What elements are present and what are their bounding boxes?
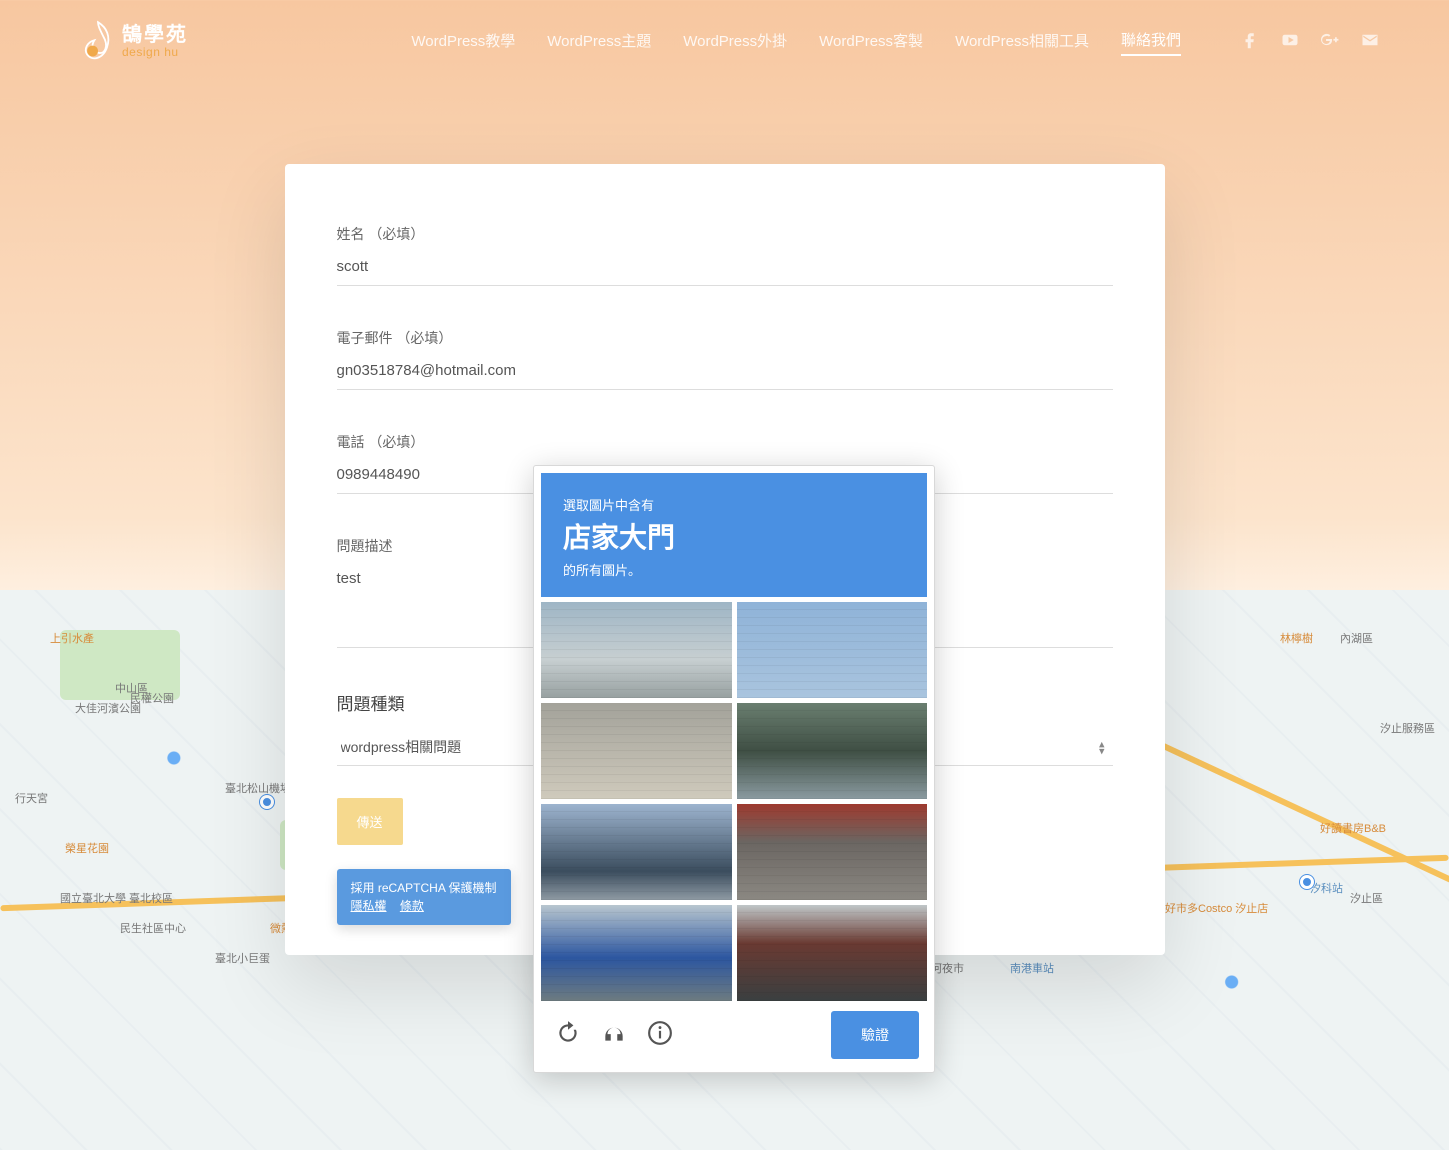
captcha-tile[interactable] — [541, 804, 732, 900]
field-email: 電子郵件 （必填） — [337, 328, 1113, 390]
map-label: 內湖區 — [1340, 630, 1373, 646]
submit-button[interactable]: 傳送 — [337, 798, 403, 845]
map-label: 汐止服務區 — [1380, 720, 1435, 736]
captcha-image-grid — [541, 597, 927, 1001]
nav-item-tutorial[interactable]: WordPress教學 — [411, 30, 515, 55]
logo-text-en: design hu — [122, 46, 188, 59]
captcha-tile[interactable] — [737, 602, 928, 698]
audio-icon[interactable] — [601, 1020, 627, 1051]
captcha-tile[interactable] — [541, 905, 732, 1001]
map-label: 國立臺北大學 臺北校區 — [60, 890, 173, 906]
recaptcha-privacy-link[interactable]: 隱私權 — [351, 899, 387, 913]
map-label: 林檸樹 — [1280, 630, 1313, 646]
map-label: 汐止區 — [1350, 890, 1383, 906]
captcha-tile[interactable] — [737, 703, 928, 799]
map-label: 上引水產 — [50, 630, 94, 646]
nav-item-themes[interactable]: WordPress主題 — [547, 30, 651, 55]
social-links — [1241, 31, 1379, 54]
nav-item-plugins[interactable]: WordPress外掛 — [683, 30, 787, 55]
map-label: 大佳河濱公園 — [75, 700, 141, 716]
captcha-header: 選取圖片中含有 店家大門 的所有圖片。 — [541, 473, 927, 597]
captcha-instruction-1: 選取圖片中含有 — [563, 495, 905, 514]
field-name: 姓名 （必填） — [337, 224, 1113, 286]
email-input[interactable] — [337, 358, 1113, 390]
recaptcha-terms-link[interactable]: 條款 — [400, 899, 424, 913]
map-label: 南港車站 — [1010, 960, 1054, 976]
recaptcha-challenge: 選取圖片中含有 店家大門 的所有圖片。 驗證 — [533, 465, 935, 1073]
nav-item-contact[interactable]: 聯絡我們 — [1121, 29, 1181, 56]
google-plus-icon[interactable] — [1321, 31, 1339, 54]
map-label: 好市多Costco 汐止店 — [1165, 900, 1268, 916]
metro-pin-icon — [1300, 875, 1314, 889]
name-input[interactable] — [337, 254, 1113, 286]
captcha-tile[interactable] — [541, 703, 732, 799]
email-icon[interactable] — [1361, 31, 1379, 54]
info-icon[interactable] — [647, 1020, 673, 1051]
site-logo[interactable]: 鵠學苑 design hu — [80, 20, 188, 64]
youtube-icon[interactable] — [1281, 31, 1299, 54]
map-label: 臺北小巨蛋 — [215, 950, 270, 966]
map-label: 臺北松山機場 — [225, 780, 291, 796]
logo-text: 鵠學苑 design hu — [122, 24, 188, 59]
captcha-target: 店家大門 — [563, 516, 905, 556]
captcha-footer: 驗證 — [541, 1001, 927, 1065]
nav-item-tools[interactable]: WordPress相關工具 — [955, 30, 1089, 55]
verify-button[interactable]: 驗證 — [831, 1011, 919, 1059]
nav-item-custom[interactable]: WordPress客製 — [819, 30, 923, 55]
site-header: 鵠學苑 design hu WordPress教學 WordPress主題 Wo… — [0, 0, 1449, 84]
map-label: 汐科站 — [1310, 880, 1343, 896]
logo-mark-icon — [80, 20, 116, 64]
email-label: 電子郵件 （必填） — [337, 328, 1113, 348]
recaptcha-badge-text: 採用 reCAPTCHA 保護機制 — [351, 879, 497, 897]
map-label: 中山區 — [115, 680, 148, 696]
phone-label: 電話 （必填） — [337, 432, 1113, 452]
name-label: 姓名 （必填） — [337, 224, 1113, 244]
recaptcha-badge: 採用 reCAPTCHA 保護機制 隱私權 條款 — [337, 869, 511, 925]
logo-text-cn: 鵠學苑 — [122, 24, 188, 46]
reload-icon[interactable] — [555, 1020, 581, 1051]
captcha-tile[interactable] — [541, 602, 732, 698]
facebook-icon[interactable] — [1241, 31, 1259, 54]
captcha-instruction-2: 的所有圖片。 — [563, 560, 905, 579]
map-label: 行天宮 — [15, 790, 48, 806]
chevron-updown-icon: ▴▾ — [1099, 741, 1105, 754]
main-nav: WordPress教學 WordPress主題 WordPress外掛 Word… — [411, 29, 1181, 56]
map-label: 榮星花園 — [65, 840, 109, 856]
map-label: 民生社區中心 — [120, 920, 186, 936]
map-label: 好讀書房B&B — [1320, 820, 1386, 836]
captcha-tile[interactable] — [737, 905, 928, 1001]
captcha-tile[interactable] — [737, 804, 928, 900]
metro-pin-icon — [260, 795, 274, 809]
